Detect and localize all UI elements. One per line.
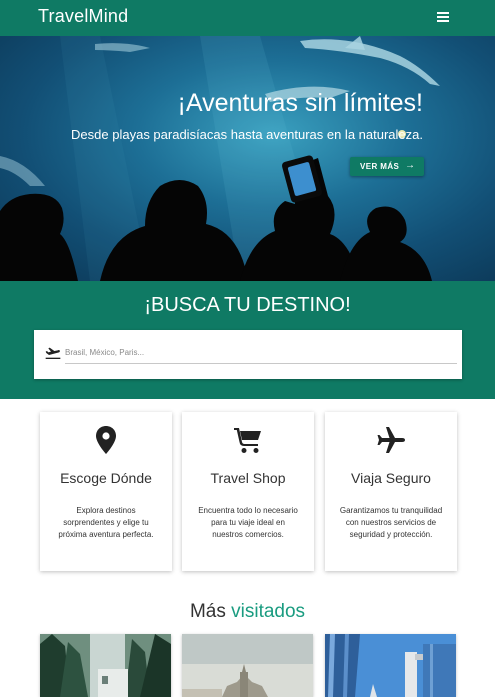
search-section: ¡BUSCA TU DESTINO! [0,281,495,399]
ver-mas-label: VER MÁS [360,162,400,171]
feature-card-viaja-seguro[interactable]: Viaja Seguro Garantizamos tu tranquilida… [325,412,457,571]
brand-logo[interactable]: TravelMind [38,6,128,27]
forest-photo [40,634,171,697]
airplane-icon [325,425,457,455]
feature-title: Travel Shop [210,470,286,486]
navbar: TravelMind [0,0,495,36]
destination-card-buildings[interactable] [325,634,456,697]
hero-title: ¡Aventuras sin límites! [177,89,423,117]
location-pin-icon [40,425,172,455]
most-visited-title: Más visitados [0,601,495,623]
search-card [34,330,462,379]
flight-takeoff-icon [45,347,61,359]
most-visited-title-part1: Más [189,601,226,622]
feature-description: Encuentra todo lo necesario para tu viaj… [198,506,298,539]
search-input[interactable] [65,342,457,364]
feature-card-travel-shop[interactable]: Travel Shop Encuentra todo lo necesario … [182,412,314,571]
shopping-cart-icon [182,425,314,455]
hero-banner: ¡Aventuras sin límites! Desde playas par… [0,36,495,281]
destination-card-city[interactable] [182,634,313,697]
buildings-photo [325,634,456,697]
ver-mas-button[interactable]: VER MÁS → [350,157,424,176]
feature-description: Explora destinos sorprendentes y elige t… [58,506,154,539]
feature-description: Garantizamos tu tranquilidad con nuestro… [339,506,443,539]
arrow-right-icon: → [405,160,416,171]
feature-title: Escoge Dónde [60,470,152,486]
city-photo [182,634,313,697]
feature-title: Viaja Seguro [351,470,431,486]
search-title: ¡BUSCA TU DESTINO! [144,294,351,316]
hamburger-menu-icon[interactable] [434,9,452,25]
most-visited-title-part2: visitados [231,601,306,622]
destination-card-forest[interactable] [40,634,171,697]
feature-card-escoge-donde[interactable]: Escoge Dónde Explora destinos sorprenden… [40,412,172,571]
hero-subtitle: Desde playas paradisíacas hasta aventura… [71,127,423,142]
